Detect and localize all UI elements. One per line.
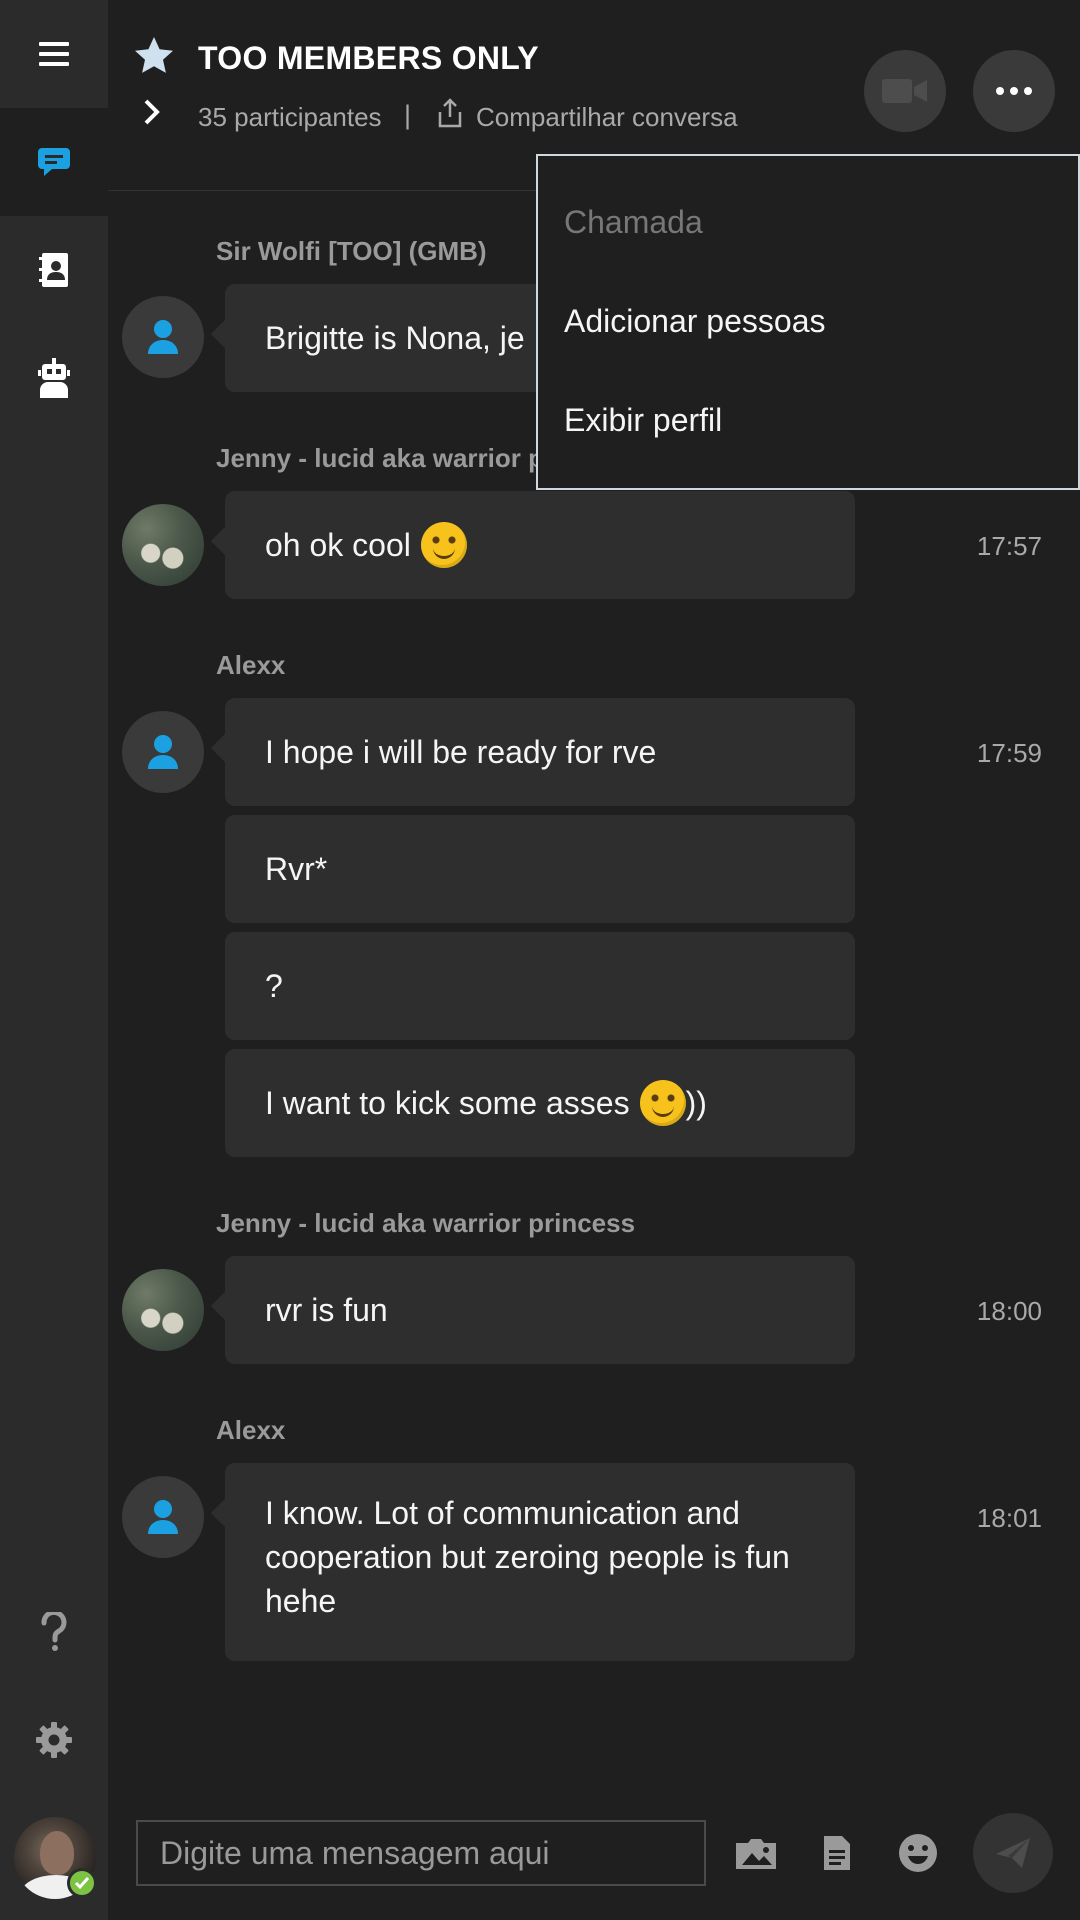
contact-avatar[interactable]	[122, 1476, 204, 1558]
message-sender: Jenny - lucid aka warrior princess	[216, 1208, 636, 1238]
message-sender: Alexx	[216, 1415, 286, 1445]
message-timestamp: 18:00	[976, 1296, 1042, 1326]
settings-button[interactable]	[0, 1686, 108, 1794]
message-timestamp: 17:57	[976, 531, 1042, 561]
contacts-book-icon	[39, 253, 68, 287]
message-timestamp: 17:59	[976, 738, 1042, 768]
contacts-nav-button[interactable]	[0, 216, 108, 324]
hamburger-menu-button[interactable]	[0, 0, 108, 108]
message-input[interactable]	[136, 1820, 706, 1886]
emoji-picker-button[interactable]	[895, 1830, 941, 1876]
share-icon[interactable]	[436, 98, 464, 128]
question-mark-icon	[41, 1612, 67, 1651]
chats-nav-button[interactable]	[0, 108, 108, 216]
more-options-menu: Chamada Adicionar pessoas Exibir perfil	[536, 154, 1080, 490]
smile-emoji-icon	[639, 1080, 686, 1126]
message-text: rvr is fun	[265, 1292, 388, 1328]
menu-item-view-profile[interactable]: Exibir perfil	[564, 402, 722, 439]
message-bubble[interactable]: rvr is fun	[225, 1256, 855, 1364]
send-icon	[996, 1838, 1030, 1868]
message-bubble[interactable]: oh ok cool	[225, 491, 855, 599]
contact-avatar[interactable]	[122, 296, 204, 378]
hamburger-icon	[39, 42, 69, 66]
person-icon	[148, 1500, 178, 1534]
contact-avatar-photo[interactable]	[122, 504, 204, 586]
avatar-face	[40, 1831, 74, 1875]
message-text: oh ok cool	[265, 527, 411, 563]
message-bubble[interactable]: Rvr*	[225, 815, 855, 923]
message-bubble[interactable]: I hope i will be ready for rve	[225, 698, 855, 806]
contact-avatar[interactable]	[122, 711, 204, 793]
message-timestamp: 18:01	[976, 1503, 1042, 1533]
person-icon	[148, 735, 178, 769]
navigation-rail	[0, 0, 108, 1920]
message-sender: Jenny - lucid aka warrior p	[216, 443, 544, 473]
message-text: Rvr*	[265, 851, 328, 887]
conversation-title: TOO MEMBERS ONLY	[198, 40, 539, 76]
document-icon	[824, 1836, 850, 1870]
menu-item-call: Chamada	[564, 204, 703, 240]
message-sender: Alexx	[216, 650, 286, 680]
participants-count[interactable]: 35 participantes	[198, 102, 382, 133]
gear-icon	[36, 1722, 72, 1758]
message-suffix: ))	[685, 1085, 707, 1121]
chat-bubble-icon	[38, 148, 70, 176]
online-status-icon	[67, 1868, 97, 1898]
star-icon[interactable]	[134, 36, 174, 74]
message-text: I know. Lot of communication and coopera…	[265, 1495, 790, 1619]
more-horizontal-icon	[996, 87, 1032, 95]
video-call-button[interactable]	[864, 50, 946, 132]
message-bubble[interactable]: I know. Lot of communication and coopera…	[225, 1463, 855, 1661]
message-bubble[interactable]: ?	[225, 932, 855, 1040]
menu-item-add-people[interactable]: Adicionar pessoas	[564, 303, 825, 340]
message-sender: Sir Wolfi [TOO] (GMB)	[216, 236, 487, 266]
file-attach-button[interactable]	[814, 1830, 860, 1876]
bots-nav-button[interactable]	[0, 324, 108, 432]
more-options-button[interactable]	[973, 50, 1055, 132]
help-button[interactable]	[0, 1578, 108, 1686]
message-text: I want to kick some asses	[265, 1085, 630, 1121]
video-camera-icon	[882, 79, 927, 103]
robot-icon	[38, 358, 70, 398]
person-icon	[148, 320, 178, 354]
send-button[interactable]	[973, 1813, 1053, 1893]
media-attach-button[interactable]	[733, 1830, 779, 1876]
message-text: Brigitte is Nona, je	[265, 320, 525, 356]
message-text: ?	[265, 968, 283, 1004]
chevron-right-icon[interactable]	[142, 98, 162, 126]
message-bubble[interactable]: I want to kick some asses ))	[225, 1049, 855, 1157]
message-text: I hope i will be ready for rve	[265, 734, 657, 770]
media-gallery-icon	[736, 1839, 776, 1869]
emoji-icon	[899, 1834, 937, 1872]
contact-avatar-photo[interactable]	[122, 1269, 204, 1351]
header-separator: |	[404, 100, 412, 130]
share-conversation-link[interactable]: Compartilhar conversa	[476, 102, 738, 133]
smile-emoji-icon	[420, 522, 467, 568]
